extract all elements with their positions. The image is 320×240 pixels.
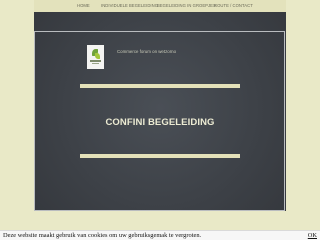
nav-item-home[interactable]: HOME bbox=[77, 3, 90, 8]
footer-strip bbox=[34, 211, 286, 230]
right-margin bbox=[286, 0, 320, 240]
page-title: CONFINI BEGELEIDING bbox=[105, 117, 215, 128]
site-logo[interactable] bbox=[87, 45, 104, 69]
nav-item-individuele-begeleiding[interactable]: INDIVIDUELE BEGELEIDING bbox=[101, 3, 158, 8]
divider-bottom bbox=[80, 154, 240, 158]
left-margin bbox=[0, 0, 34, 240]
leaf-icon-secondary bbox=[95, 53, 100, 59]
nav-item-begeleiding-in-groepjes[interactable]: BEGELEIDING IN GROEPJES bbox=[157, 3, 216, 8]
top-navigation: HOME INDIVIDUELE BEGELEIDING BEGELEIDING… bbox=[34, 0, 286, 12]
logo-wordmark-sub bbox=[92, 63, 99, 64]
cookie-ok-button[interactable]: OK bbox=[308, 232, 317, 239]
site-tagline: Commerce forum on wetzorno bbox=[117, 49, 177, 54]
cookie-message: Deze website maakt gebruik van cookies o… bbox=[3, 232, 202, 239]
nav-item-route-contact[interactable]: ROUTE / CONTACT bbox=[214, 3, 253, 8]
divider-top bbox=[80, 84, 240, 88]
logo-wordmark bbox=[90, 60, 101, 62]
cookie-banner: Deze website maakt gebruik van cookies o… bbox=[0, 230, 320, 240]
